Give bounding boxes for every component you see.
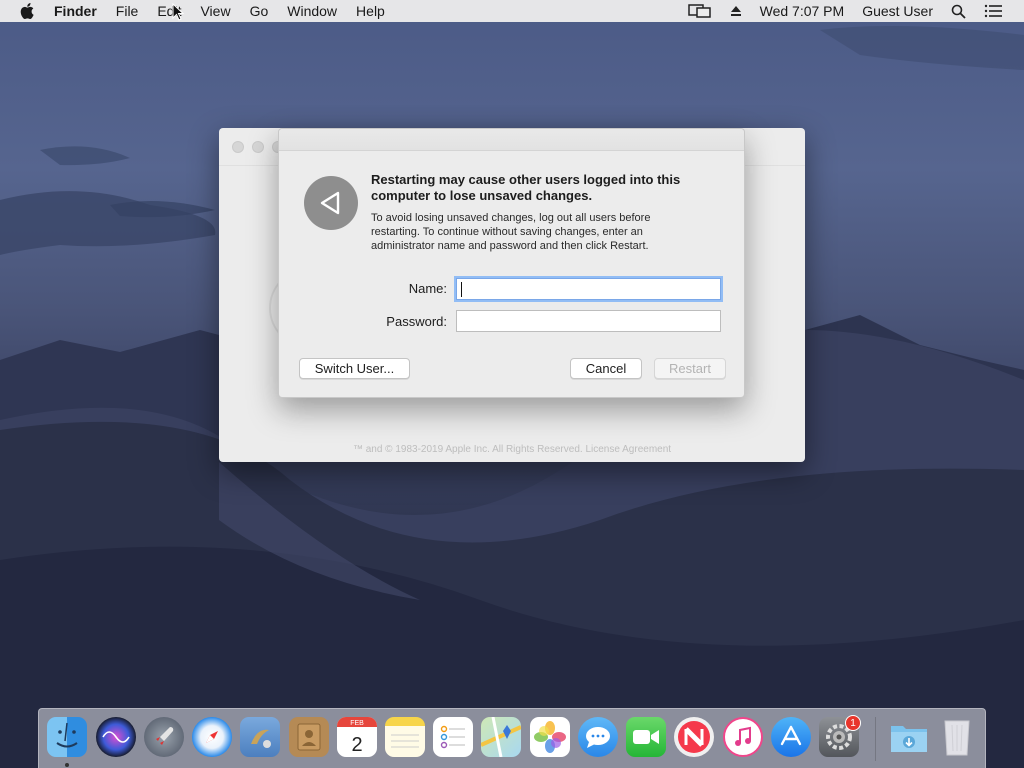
restart-alert-icon (304, 176, 358, 230)
dialog-top-bar (279, 129, 744, 151)
menu-file[interactable]: File (116, 3, 139, 19)
downloads-folder-icon[interactable] (889, 717, 929, 757)
password-label: Password: (386, 314, 447, 329)
siri-icon[interactable] (96, 717, 136, 757)
menu-view[interactable]: View (200, 3, 230, 19)
copyright-text: ™ and © 1983-2019 Apple Inc. All Rights … (352, 444, 672, 455)
cancel-button[interactable]: Cancel (570, 358, 642, 379)
text-caret (461, 282, 462, 297)
news-icon[interactable] (674, 717, 714, 757)
notification-center-icon[interactable] (984, 4, 1002, 18)
close-window-icon[interactable] (232, 141, 244, 153)
menu-go[interactable]: Go (250, 3, 269, 19)
contacts-icon[interactable] (289, 717, 329, 757)
app-store-icon[interactable] (771, 717, 811, 757)
apple-menu-icon[interactable] (20, 3, 38, 19)
notes-icon[interactable] (385, 717, 425, 757)
eject-icon[interactable] (730, 5, 742, 17)
calendar-month: FEB (350, 720, 364, 727)
safari-icon[interactable] (192, 717, 232, 757)
photos-icon[interactable] (530, 717, 570, 757)
password-field[interactable] (456, 310, 721, 332)
itunes-icon[interactable] (723, 717, 763, 757)
menu-help[interactable]: Help (356, 3, 385, 19)
dock-separator (875, 717, 876, 761)
system-preferences-icon[interactable]: 1 (819, 715, 861, 757)
finder-running-indicator (65, 763, 69, 767)
menu-app-name[interactable]: Finder (54, 3, 97, 19)
launchpad-icon[interactable] (144, 717, 184, 757)
maps-icon[interactable] (481, 717, 521, 757)
restart-button[interactable]: Restart (654, 358, 726, 379)
messages-icon[interactable] (578, 717, 618, 757)
menu-window[interactable]: Window (287, 3, 337, 19)
reminders-icon[interactable] (433, 717, 473, 757)
calendar-icon[interactable]: FEB 2 (337, 717, 377, 757)
menubar-clock[interactable]: Wed 7:07 PM (760, 3, 845, 19)
facetime-icon[interactable] (626, 717, 666, 757)
password-input[interactable] (457, 311, 720, 331)
switch-user-button[interactable]: Switch User... (299, 358, 410, 379)
spotlight-search-icon[interactable] (951, 4, 966, 19)
trash-icon[interactable] (937, 717, 977, 757)
minimize-window-icon[interactable] (252, 141, 264, 153)
restart-auth-dialog: Restarting may cause other users logged … (278, 128, 745, 398)
name-label: Name: (408, 281, 447, 296)
menubar-user[interactable]: Guest User (862, 3, 933, 19)
mail-icon[interactable] (240, 717, 280, 757)
finder-icon[interactable] (47, 717, 87, 757)
display-mirroring-icon[interactable] (687, 3, 712, 19)
mouse-cursor-icon (172, 2, 185, 26)
calendar-day: 2 (351, 734, 362, 756)
dock: FEB 2 1 (38, 708, 986, 768)
dialog-message: To avoid losing unsaved changes, log out… (371, 212, 651, 252)
name-input[interactable] (457, 279, 720, 299)
menu-bar: Finder File Edit View Go Window Help Wed… (0, 0, 1024, 22)
name-field[interactable] (456, 278, 721, 300)
dialog-heading: Restarting may cause other users logged … (371, 172, 681, 203)
notification-badge: 1 (845, 715, 861, 731)
